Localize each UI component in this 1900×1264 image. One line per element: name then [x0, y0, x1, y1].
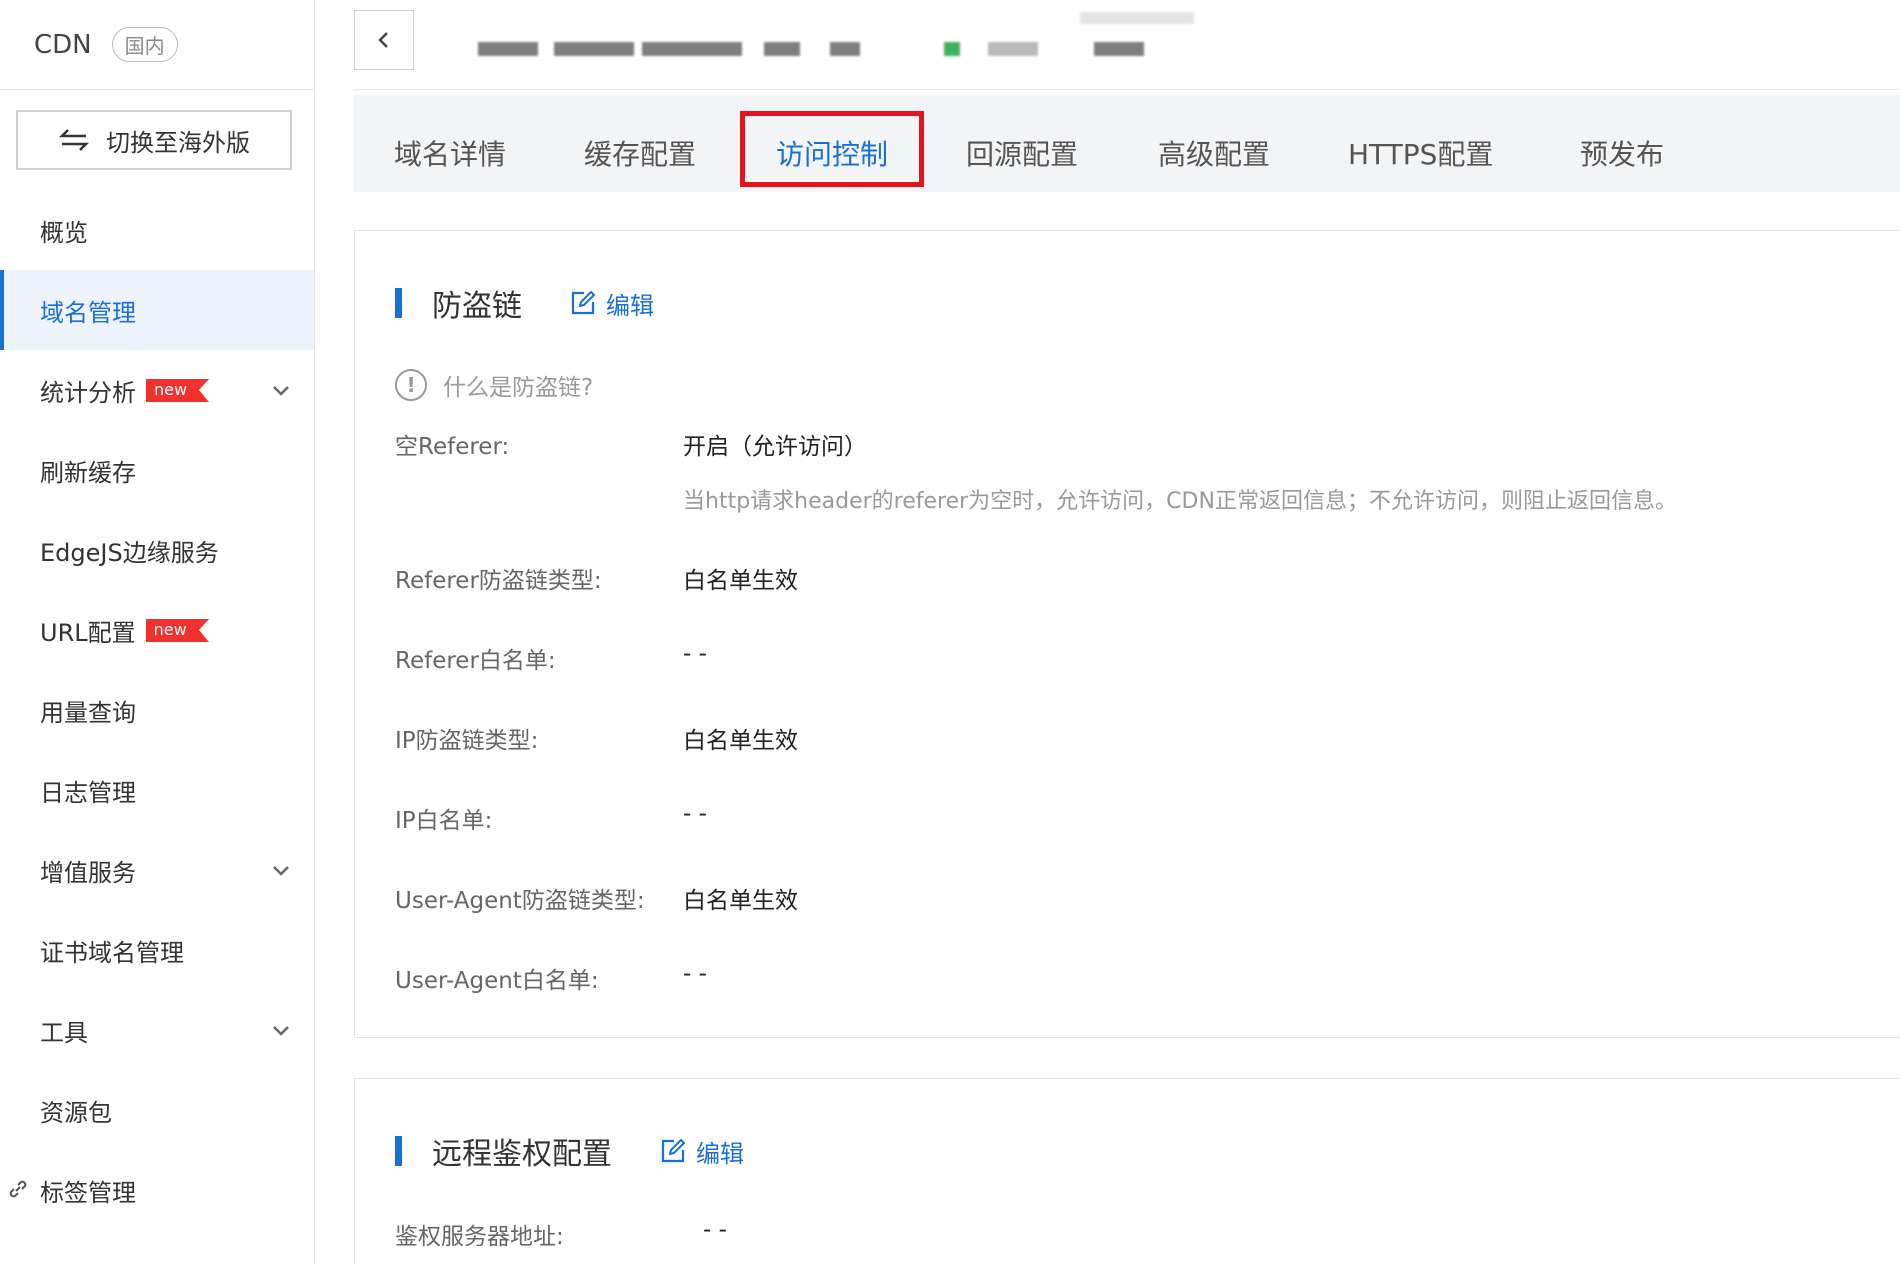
sidebar-item-usage-query[interactable]: 用量查询 [0, 670, 314, 750]
auth-server-label: 鉴权服务器地址: [395, 1224, 564, 1250]
sidebar-item-tag-management[interactable]: 标签管理 [0, 1150, 314, 1230]
new-badge: new [146, 378, 210, 402]
back-button[interactable] [354, 10, 414, 70]
chevron-down-icon[interactable] [270, 859, 292, 881]
config-tabs: 域名详情 缓存配置 访问控制 回源配置 高级配置 HTTPS配置 预发布 [354, 95, 1900, 192]
info-icon: ! [395, 369, 427, 401]
tab-origin-config[interactable]: 回源配置 [966, 95, 1078, 192]
tab-domain-details[interactable]: 域名详情 [394, 95, 506, 192]
edit-link[interactable]: 编辑 [570, 286, 654, 321]
brand-name: CDN [34, 29, 92, 60]
sidebar-item-cert-domain[interactable]: 证书域名管理 [0, 910, 314, 990]
chevron-down-icon[interactable] [270, 1019, 292, 1041]
ip-whitelist-label: IP白名单: [395, 808, 493, 834]
domain-header [354, 10, 1900, 90]
switch-region-button[interactable]: 切换至海外版 [16, 110, 292, 170]
sidebar-item-log-management[interactable]: 日志管理 [0, 750, 314, 830]
sidebar-item-refresh-cache[interactable]: 刷新缓存 [0, 430, 314, 510]
help-text: 什么是防盗链? [443, 375, 594, 401]
brand: CDN 国内 [0, 0, 314, 90]
tab-highlight-box [740, 111, 924, 187]
help-link[interactable]: ! 什么是防盗链? [395, 368, 593, 402]
ip-whitelist-value: - - [683, 801, 707, 827]
sidebar-item-label: 工具 [40, 1018, 88, 1047]
new-badge: new [145, 618, 209, 642]
sidebar-item-label: 资源包 [40, 1098, 112, 1127]
sidebar-nav: 概览 域名管理 统计分析 new 刷新缓存 EdgeJS边缘服务 URL配置 n… [0, 190, 314, 1230]
empty-referer-desc: 当http请求header的referer为空时，允许访问，CDN正常返回信息；… [683, 489, 1677, 514]
link-icon [9, 1180, 27, 1198]
section-title: 防盗链 [432, 289, 522, 324]
referer-type-value: 白名单生效 [683, 568, 798, 594]
switch-region-label: 切换至海外版 [106, 128, 250, 157]
sidebar-item-edgejs[interactable]: EdgeJS边缘服务 [0, 510, 314, 590]
auth-server-value: - - [703, 1217, 727, 1243]
sidebar-item-label: 证书域名管理 [40, 938, 184, 967]
ua-whitelist-value: - - [683, 961, 707, 987]
chevron-down-icon[interactable] [270, 379, 292, 401]
tab-cache-config[interactable]: 缓存配置 [584, 95, 696, 192]
sidebar-item-label: 概览 [40, 218, 88, 247]
referer-whitelist-label: Referer白名单: [395, 648, 556, 674]
chevron-left-icon [378, 32, 388, 48]
edit-icon [571, 290, 596, 315]
sidebar-item-label: 增值服务 [40, 858, 136, 887]
section-accent-bar [395, 288, 402, 318]
sidebar-item-label: 刷新缓存 [40, 458, 136, 487]
swap-icon [58, 129, 90, 151]
ua-whitelist-label: User-Agent白名单: [395, 968, 599, 994]
edit-label: 编辑 [696, 1139, 744, 1168]
ua-type-value: 白名单生效 [683, 888, 798, 914]
empty-referer-value: 开启（允许访问） [683, 434, 867, 460]
referer-type-label: Referer防盗链类型: [395, 568, 602, 594]
ip-type-value: 白名单生效 [683, 728, 798, 754]
anti-leech-header: 防盗链 编辑 [395, 281, 654, 325]
ip-type-label: IP防盗链类型: [395, 728, 539, 754]
sidebar-item-domain-management[interactable]: 域名管理 [0, 270, 314, 350]
remote-auth-card: 远程鉴权配置 编辑 鉴权服务器地址: - - [354, 1078, 1900, 1264]
edit-icon [661, 1138, 686, 1163]
sidebar-item-label: 用量查询 [40, 698, 136, 727]
sidebar-item-tools[interactable]: 工具 [0, 990, 314, 1070]
edit-label: 编辑 [606, 291, 654, 320]
sidebar-item-label: 日志管理 [40, 778, 136, 807]
sidebar-item-statistics[interactable]: 统计分析 new [0, 350, 314, 430]
sidebar-item-label: URL配置 [40, 618, 136, 647]
region-badge[interactable]: 国内 [111, 27, 178, 62]
tab-https-config[interactable]: HTTPS配置 [1348, 95, 1493, 192]
remote-auth-header: 远程鉴权配置 编辑 [395, 1129, 744, 1173]
tab-advanced-config[interactable]: 高级配置 [1158, 95, 1270, 192]
section-title: 远程鉴权配置 [432, 1137, 612, 1172]
referer-whitelist-value: - - [683, 641, 707, 667]
sidebar-item-label: 标签管理 [40, 1178, 136, 1207]
sidebar-item-overview[interactable]: 概览 [0, 190, 314, 270]
sidebar-item-url-config[interactable]: URL配置 new [0, 590, 314, 670]
empty-referer-label: 空Referer: [395, 434, 510, 460]
sidebar-item-label: EdgeJS边缘服务 [40, 538, 219, 567]
anti-leech-card: 防盗链 编辑 ! 什么是防盗链? 空Referer: 开启（允许访问） 当htt… [354, 230, 1900, 1038]
sidebar-item-value-added[interactable]: 增值服务 [0, 830, 314, 910]
sidebar-item-label: 域名管理 [40, 298, 136, 327]
sidebar-item-resource-pack[interactable]: 资源包 [0, 1070, 314, 1150]
tab-prerelease[interactable]: 预发布 [1580, 95, 1664, 192]
main-content: 域名详情 缓存配置 访问控制 回源配置 高级配置 HTTPS配置 预发布 防盗链… [316, 0, 1900, 1264]
sidebar-item-label: 统计分析 [40, 378, 136, 407]
sidebar: CDN 国内 切换至海外版 概览 域名管理 统计分析 new 刷新缓存 Edge… [0, 0, 315, 1264]
edit-link[interactable]: 编辑 [660, 1134, 744, 1169]
ua-type-label: User-Agent防盗链类型: [395, 888, 645, 914]
section-accent-bar [395, 1136, 402, 1166]
